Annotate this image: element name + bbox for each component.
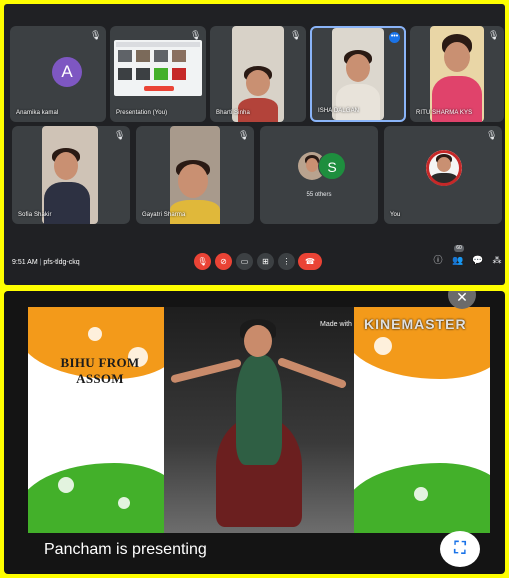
video-overlay-title: BIHU FROM ASSOM [60, 355, 140, 386]
call-control-bar: 9:51 AM | pfs-tldg-ckq 🎙 ⊘ ▭ ⊞ ⋮ ☎ ⓘ 👥 6… [4, 241, 505, 285]
participant-name: Presentation (You) [116, 110, 168, 116]
mic-off-icon: 🎙 [290, 30, 302, 40]
participant-name: Sofia Shakir [18, 212, 52, 218]
participant-tile-presentation[interactable]: 🎙 Presentation (You) [110, 26, 206, 122]
participant-video [170, 126, 220, 224]
camera-off-button[interactable]: ⊘ [215, 253, 232, 270]
mic-off-button[interactable]: 🎙 [194, 253, 211, 270]
participant-tile-sofia[interactable]: 🎙 Sofia Shakir [12, 126, 130, 224]
participant-tile-isha-active[interactable]: ••• ISHA DALGAN [310, 26, 406, 122]
screen: 🎙 A Anamika kamal 🎙 Presentation (You) 🎙 [0, 0, 509, 578]
presentation-thumbnail [114, 40, 202, 96]
video-frame [28, 307, 490, 533]
clock-time: 9:51 AM [12, 259, 38, 266]
presented-video-panel: BIHU FROM ASSOM Made with KINEMASTER ✕ P… [4, 291, 505, 574]
participant-name: Anamika kamal [16, 110, 59, 116]
end-call-button[interactable]: ☎ [298, 253, 322, 270]
avatar: S [318, 152, 346, 180]
mic-off-icon: 🎙 [486, 130, 498, 140]
participant-tile-gayatri[interactable]: 🎙 Gayatri Sharma [136, 126, 254, 224]
meet-call-panel: 🎙 A Anamika kamal 🎙 Presentation (You) 🎙 [4, 4, 505, 285]
participant-tile-others[interactable]: S 55 others [260, 126, 378, 224]
avatar: A [52, 57, 82, 87]
chat-icon[interactable]: 💬 [471, 253, 485, 267]
participant-count-label: 55 others [306, 192, 332, 198]
mic-off-icon: 🎙 [238, 130, 250, 140]
mic-off-icon: 🎙 [190, 30, 202, 40]
flag-panel-left [28, 307, 164, 533]
participant-video [332, 28, 384, 120]
watermark-prefix: Made with [320, 321, 352, 328]
participant-tile-you[interactable]: 🎙 You [384, 126, 502, 224]
flag-panel-right [354, 307, 490, 533]
more-options-button[interactable]: ⋮ [278, 253, 295, 270]
meeting-code: pfs-tldg-ckq [43, 259, 80, 266]
mic-off-icon: 🎙 [114, 130, 126, 140]
fullscreen-button[interactable]: ⛶ [440, 531, 480, 567]
avatar [426, 150, 462, 186]
participant-name: Bharti Sinha [216, 110, 250, 116]
participant-tile-anamika[interactable]: 🎙 A Anamika kamal [10, 26, 106, 122]
participant-name: Gayatri Sharma [142, 212, 186, 218]
others-avatars: S [298, 152, 346, 182]
meeting-info: 9:51 AM | pfs-tldg-ckq [12, 259, 80, 266]
mic-off-icon: 🎙 [488, 30, 500, 40]
people-count-badge: 60 [454, 245, 464, 252]
info-icon[interactable]: ⓘ [431, 253, 445, 267]
captions-button[interactable]: ▭ [236, 253, 253, 270]
more-options-icon[interactable]: ••• [389, 32, 400, 43]
activities-icon[interactable]: ⁂ [490, 253, 504, 267]
people-icon[interactable]: 👥 [451, 253, 465, 267]
participant-video [42, 126, 98, 224]
participant-video [430, 26, 484, 122]
mic-off-icon: 🎙 [90, 30, 102, 40]
presenting-label: Pancham is presenting [44, 541, 207, 558]
participant-video [232, 26, 284, 122]
participant-tile-ritu[interactable]: 🎙 RITU SHARMA KYS [410, 26, 504, 122]
participant-name: RITU SHARMA KYS [416, 110, 473, 116]
kinemaster-watermark: KINEMASTER [364, 316, 467, 332]
participant-name: ISHA DALGAN [318, 108, 360, 114]
dancer-video [164, 307, 354, 533]
present-button[interactable]: ⊞ [257, 253, 274, 270]
participant-tile-bharti[interactable]: 🎙 Bharti Sinha [210, 26, 306, 122]
participant-name: You [390, 212, 401, 218]
